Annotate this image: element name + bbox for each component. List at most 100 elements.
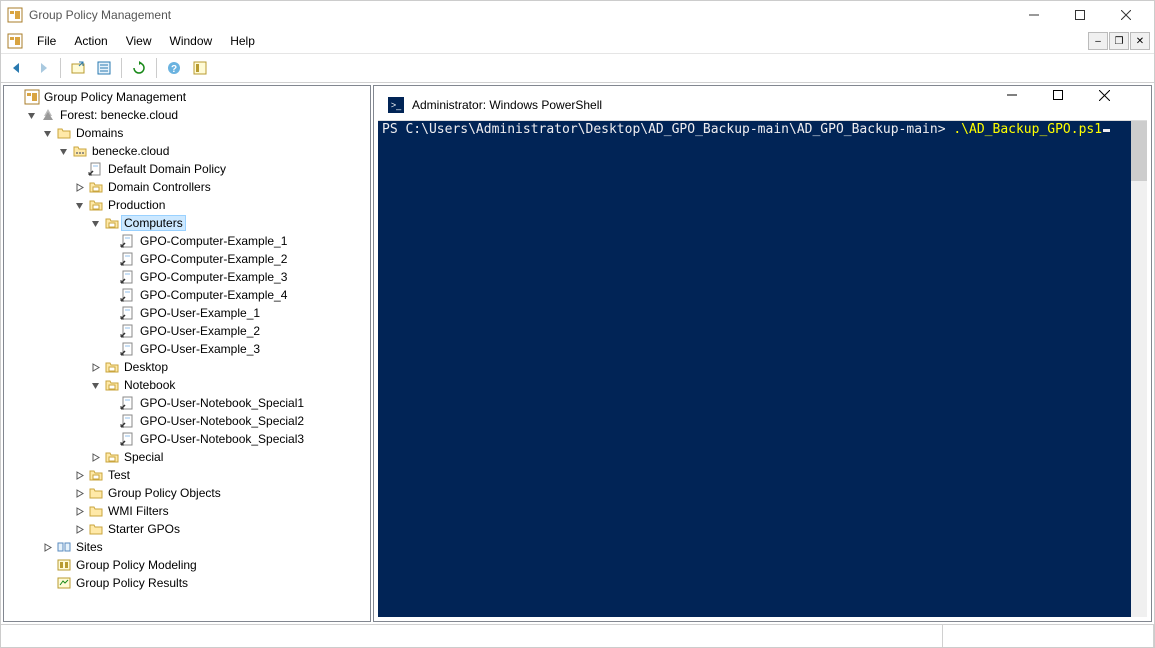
- tree-label: GPO-User-Notebook_Special3: [138, 432, 306, 446]
- tree-pane[interactable]: Group Policy Management Forest: benecke.c…: [3, 85, 371, 622]
- tree-domain[interactable]: benecke.cloud: [4, 142, 370, 160]
- spacer: [104, 270, 118, 284]
- tree-sites[interactable]: Sites: [4, 538, 370, 556]
- folder-icon: [88, 503, 104, 519]
- ps-maximize-button[interactable]: [1053, 90, 1099, 120]
- ps-prompt: PS C:\Users\Administrator\Desktop\AD_GPO…: [382, 122, 953, 137]
- mdi-close[interactable]: ✕: [1130, 32, 1150, 50]
- options-button[interactable]: [188, 56, 212, 80]
- tree-label: WMI Filters: [106, 504, 171, 518]
- close-button[interactable]: [1103, 1, 1148, 29]
- forest-icon: [40, 107, 56, 123]
- ps-scrollbar[interactable]: [1131, 121, 1147, 617]
- tree-test[interactable]: Test: [4, 466, 370, 484]
- menu-window[interactable]: Window: [162, 32, 221, 50]
- expand-icon[interactable]: [72, 468, 86, 482]
- tree-forest[interactable]: Forest: benecke.cloud: [4, 106, 370, 124]
- tree-label: GPO-Computer-Example_1: [138, 234, 289, 248]
- properties-button[interactable]: [92, 56, 116, 80]
- tree-label: Group Policy Management: [42, 90, 188, 104]
- expand-icon[interactable]: [72, 522, 86, 536]
- tree-gpo-item[interactable]: GPO-User-Notebook_Special2: [4, 412, 370, 430]
- collapse-icon[interactable]: [40, 126, 54, 140]
- link-icon: [120, 251, 136, 267]
- tree-starter-gpos[interactable]: Starter GPOs: [4, 520, 370, 538]
- ou-icon: [104, 359, 120, 375]
- ps-close-button[interactable]: [1099, 90, 1145, 120]
- mdi-minimize[interactable]: –: [1088, 32, 1108, 50]
- collapse-icon[interactable]: [56, 144, 70, 158]
- toolbar-separator: [121, 58, 122, 78]
- statusbar: [1, 624, 1154, 647]
- collapse-icon[interactable]: [24, 108, 38, 122]
- spacer: [104, 252, 118, 266]
- toolbar-separator: [60, 58, 61, 78]
- tree-special[interactable]: Special: [4, 448, 370, 466]
- expand-icon[interactable]: [72, 504, 86, 518]
- tree-gpo-item[interactable]: GPO-Computer-Example_4: [4, 286, 370, 304]
- tree-wmi-filters[interactable]: WMI Filters: [4, 502, 370, 520]
- menu-file[interactable]: File: [29, 32, 64, 50]
- tree-domains[interactable]: Domains: [4, 124, 370, 142]
- mdi-restore[interactable]: ❐: [1109, 32, 1129, 50]
- collapse-icon[interactable]: [88, 378, 102, 392]
- collapse-icon[interactable]: [88, 216, 102, 230]
- titlebar: Group Policy Management: [1, 1, 1154, 29]
- tree-production[interactable]: Production: [4, 196, 370, 214]
- tree-label: GPO-User-Notebook_Special1: [138, 396, 306, 410]
- menu-action[interactable]: Action: [66, 32, 115, 50]
- tree-gpo-objects[interactable]: Group Policy Objects: [4, 484, 370, 502]
- gpm-icon: [24, 89, 40, 105]
- maximize-button[interactable]: [1057, 1, 1102, 29]
- tree-gpo-item[interactable]: GPO-Computer-Example_1: [4, 232, 370, 250]
- tree-gpo-item[interactable]: GPO-User-Example_2: [4, 322, 370, 340]
- nav-forward-button[interactable]: [31, 56, 55, 80]
- new-window-button[interactable]: [66, 56, 90, 80]
- tree-computers[interactable]: Computers: [4, 214, 370, 232]
- spacer: [104, 306, 118, 320]
- spacer: [40, 576, 54, 590]
- help-button[interactable]: ?: [162, 56, 186, 80]
- tree-label: GPO-User-Example_2: [138, 324, 262, 338]
- tree-gpo-item[interactable]: GPO-User-Notebook_Special1: [4, 394, 370, 412]
- powershell-titlebar[interactable]: >_ Administrator: Windows PowerShell: [378, 90, 1147, 121]
- tree-label: GPO-User-Example_1: [138, 306, 262, 320]
- tree-label: Sites: [74, 540, 105, 554]
- expand-icon[interactable]: [40, 540, 54, 554]
- expand-icon[interactable]: [72, 486, 86, 500]
- expand-icon[interactable]: [88, 450, 102, 464]
- tree-label: GPO-User-Example_3: [138, 342, 262, 356]
- menu-help[interactable]: Help: [222, 32, 263, 50]
- menu-view[interactable]: View: [118, 32, 160, 50]
- tree-domain-controllers[interactable]: Domain Controllers: [4, 178, 370, 196]
- tree-modeling[interactable]: Group Policy Modeling: [4, 556, 370, 574]
- tree-label: GPO-Computer-Example_3: [138, 270, 289, 284]
- tree-root[interactable]: Group Policy Management: [4, 88, 370, 106]
- detail-pane: >_ Administrator: Windows PowerShell PS …: [373, 85, 1152, 622]
- tree-default-domain-policy[interactable]: Default Domain Policy: [4, 160, 370, 178]
- status-cell: [1, 625, 943, 647]
- minimize-button[interactable]: [1011, 1, 1056, 29]
- tree-desktop[interactable]: Desktop: [4, 358, 370, 376]
- refresh-button[interactable]: [127, 56, 151, 80]
- tree-gpo-item[interactable]: GPO-Computer-Example_3: [4, 268, 370, 286]
- powershell-console[interactable]: PS C:\Users\Administrator\Desktop\AD_GPO…: [378, 121, 1147, 617]
- collapse-icon[interactable]: [72, 198, 86, 212]
- nav-back-button[interactable]: [5, 56, 29, 80]
- spacer: [104, 396, 118, 410]
- ps-minimize-button[interactable]: [1007, 90, 1053, 120]
- tree-gpo-item[interactable]: GPO-User-Notebook_Special3: [4, 430, 370, 448]
- expand-icon[interactable]: [88, 360, 102, 374]
- scrollbar-thumb[interactable]: [1131, 121, 1147, 181]
- mdi-controls: – ❐ ✕: [1088, 32, 1152, 50]
- ou-icon: [88, 179, 104, 195]
- powershell-icon: >_: [388, 97, 404, 113]
- tree-gpo-item[interactable]: GPO-User-Example_1: [4, 304, 370, 322]
- tree-gpo-item[interactable]: GPO-Computer-Example_2: [4, 250, 370, 268]
- tree-notebook[interactable]: Notebook: [4, 376, 370, 394]
- tree-gpo-item[interactable]: GPO-User-Example_3: [4, 340, 370, 358]
- tree-results[interactable]: Group Policy Results: [4, 574, 370, 592]
- cursor: [1103, 129, 1110, 132]
- expand-icon[interactable]: [72, 180, 86, 194]
- link-icon: [120, 431, 136, 447]
